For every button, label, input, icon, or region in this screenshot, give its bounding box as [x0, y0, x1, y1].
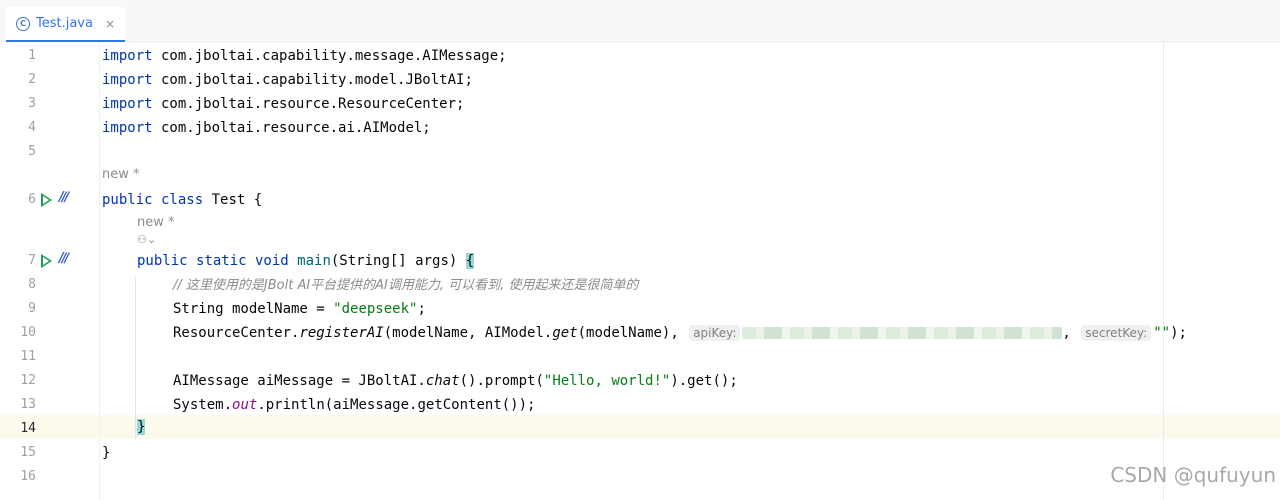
code-text: }	[102, 445, 111, 461]
line-number: 8	[28, 277, 36, 292]
keyword: public static void	[137, 253, 289, 269]
user-icon[interactable]: ⚇⌄	[137, 233, 156, 246]
keyword: import	[102, 72, 153, 88]
code-text: );	[1170, 325, 1187, 341]
code-line: public static void main(String[] args) {	[137, 249, 475, 273]
code-text: com.jboltai.resource.ResourceCenter;	[152, 96, 465, 112]
method-name: get	[552, 325, 578, 341]
code-line: System.out.println(aiMessage.getContent(…	[173, 393, 535, 417]
code-line: public class Test {	[102, 188, 262, 212]
line-number: 13	[20, 397, 36, 412]
tab-label: Test.java	[36, 16, 93, 31]
watermark: CSDN @qufuyun	[1110, 463, 1276, 487]
keyword: import	[102, 48, 153, 64]
line-number: 10	[20, 325, 36, 340]
line-number: 4	[28, 120, 36, 135]
right-margin-guide	[1163, 42, 1164, 500]
method-name: registerAI	[299, 325, 384, 341]
line-number: 5	[28, 144, 36, 159]
run-icon[interactable]	[41, 254, 52, 268]
string-literal: ""	[1153, 325, 1171, 341]
static-field: out	[232, 397, 258, 413]
code-text: ().prompt(	[459, 373, 544, 389]
string-literal: "deepseek"	[333, 301, 418, 317]
line-number: 15	[20, 445, 36, 460]
code-text: String modelName =	[173, 301, 334, 317]
parameter-hint: secretKey:	[1081, 325, 1152, 341]
code-line: }	[137, 415, 146, 439]
line-number: 2	[28, 72, 36, 87]
code-line: ResourceCenter.registerAI(modelName, AIM…	[173, 321, 1187, 345]
redacted-api-key	[742, 327, 1063, 339]
keyword: import	[102, 96, 153, 112]
method-name: main	[297, 253, 331, 269]
author-inlay[interactable]: new *	[102, 167, 140, 182]
code-text: com.jboltai.resource.ai.AIModel;	[152, 120, 431, 136]
keyword: public class	[102, 192, 204, 208]
code-editor[interactable]: 1 2 3 4 5 6 7 8 9 10 11 12 13 14 15 16 /…	[0, 42, 1280, 500]
java-class-icon: C	[16, 16, 30, 31]
ai-assistant-icon[interactable]: /∕∕	[59, 190, 69, 205]
line-number: 9	[28, 301, 36, 316]
code-text: (String[] args)	[330, 253, 466, 269]
code-line: AIMessage aiMessage = JBoltAI.chat().pro…	[173, 369, 738, 393]
line-number: 16	[20, 469, 36, 484]
tab-test-java[interactable]: C Test.java ×	[6, 7, 126, 42]
line-number: 12	[20, 373, 36, 388]
method-name: chat	[425, 373, 460, 389]
indent-guide	[135, 277, 136, 439]
editor-tab-bar: C Test.java ×	[0, 0, 1280, 42]
keyword: import	[102, 120, 153, 136]
code-text: ResourceCenter.	[173, 325, 300, 341]
code-line: import com.jboltai.resource.ResourceCent…	[102, 92, 464, 116]
line-number: 6	[28, 192, 36, 207]
code-text: .println(aiMessage.getContent());	[257, 397, 536, 413]
code-text: (modelName, AIModel.	[383, 325, 553, 341]
code-text: ,	[1062, 325, 1080, 341]
matched-brace: }	[137, 419, 146, 435]
matched-brace: {	[465, 253, 475, 269]
code-text: AIMessage aiMessage = JBoltAI.	[173, 373, 426, 389]
code-line: import com.jboltai.resource.ai.AIModel;	[102, 116, 431, 140]
ai-assistant-icon[interactable]: /∕∕	[59, 251, 69, 266]
code-text: com.jboltai.capability.message.AIMessage…	[152, 48, 507, 64]
code-line: import com.jboltai.capability.model.JBol…	[102, 68, 473, 92]
gutter-separator	[99, 42, 100, 500]
parameter-hint: apiKey:	[689, 325, 741, 341]
run-icon[interactable]	[41, 193, 52, 207]
code-line: String modelName = "deepseek";	[173, 297, 426, 321]
string-literal: "Hello, world!"	[543, 373, 671, 389]
close-icon[interactable]: ×	[105, 17, 115, 31]
code-line: }	[102, 441, 110, 465]
code-line: import com.jboltai.capability.message.AI…	[102, 44, 507, 68]
current-line-highlight	[0, 415, 1280, 439]
line-number: 1	[28, 48, 36, 63]
line-number: 11	[20, 349, 36, 364]
code-text: ).get();	[670, 373, 738, 389]
line-number: 14	[20, 421, 36, 436]
code-text: com.jboltai.capability.model.JBoltAI;	[152, 72, 473, 88]
code-text: (modelName),	[577, 325, 688, 341]
line-number: 3	[28, 96, 36, 111]
code-text: Test {	[203, 192, 263, 208]
author-inlay[interactable]: new *	[137, 215, 175, 230]
code-line: // 这里使用的是JBolt AI平台提供的AI调用能力, 可以看到, 使用起来…	[173, 273, 638, 298]
code-text: ;	[417, 301, 426, 317]
code-comment: // 这里使用的是JBolt AI平台提供的AI调用能力, 可以看到, 使用起来…	[173, 278, 639, 293]
line-number: 7	[28, 253, 36, 268]
code-text: System.	[173, 397, 233, 413]
